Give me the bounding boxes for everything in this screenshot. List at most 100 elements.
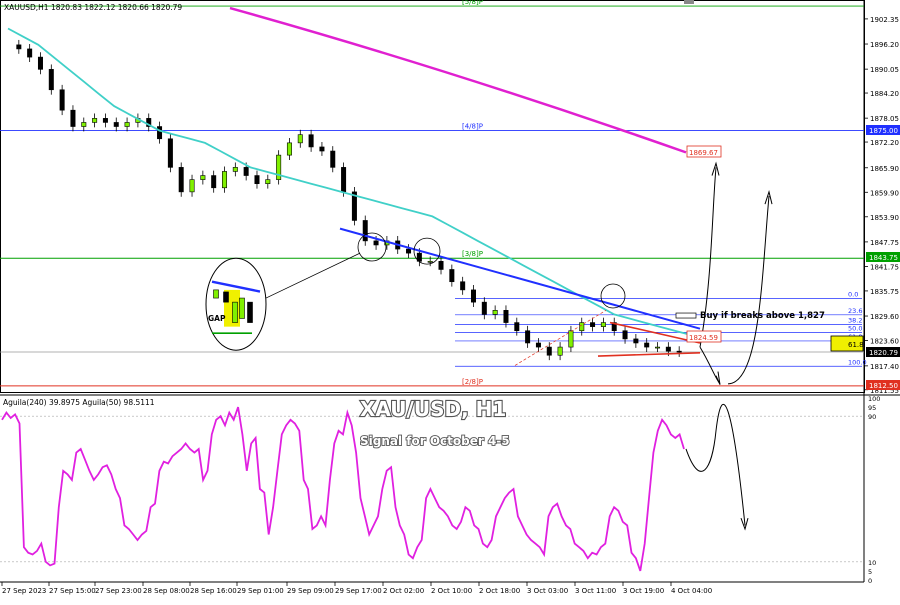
candle-body	[265, 179, 271, 185]
time-tick-label: 3 Oct 19:00	[623, 587, 664, 595]
candle-body	[427, 261, 433, 263]
gap-candle	[247, 301, 253, 323]
indicator-tick-label: 0	[868, 577, 872, 585]
candle-body	[633, 338, 639, 344]
indicator-tick-label: 5	[868, 568, 872, 576]
price-label-fib618: 61.8	[830, 335, 864, 352]
price-tick-label: 1853.90	[870, 214, 899, 222]
time-tick-label: 27 Sep 2023	[2, 587, 46, 595]
time-tick-label: 27 Sep 23:00	[95, 587, 142, 595]
candle-body	[27, 48, 33, 58]
scroll-marker	[684, 0, 694, 4]
candle-body	[406, 248, 412, 254]
time-tick-label: 2 Oct 02:00	[383, 587, 424, 595]
time-tick-label: 27 Sep 15:00	[49, 587, 96, 595]
candle-body	[167, 138, 173, 168]
time-tick-label: 29 Sep 01:00	[237, 587, 284, 595]
price-label-target-text: 1824.59	[689, 334, 718, 342]
candle-body	[590, 322, 596, 327]
price-label-current: 1820.79	[866, 347, 900, 357]
price-label-h48-text: 1875.00	[869, 127, 898, 135]
candle-body	[157, 126, 163, 140]
candle-body	[37, 56, 43, 70]
candle-body	[81, 122, 87, 127]
price-tick-label: 1878.05	[870, 115, 899, 123]
chart-root: 1902.35 1896.20 1890.05 1884.20 1878.05 1872.…	[0, 0, 900, 600]
time-tick-label: 29 Sep 17:00	[335, 587, 382, 595]
candle-body	[59, 89, 65, 111]
candle-body	[438, 261, 444, 270]
candle-body	[492, 310, 498, 315]
time-tick-label: 2 Oct 18:00	[479, 587, 520, 595]
candle-body	[16, 44, 22, 50]
candle-body	[200, 175, 206, 180]
candle-body	[373, 240, 379, 246]
candle-body	[525, 330, 531, 344]
candle-body	[665, 346, 671, 352]
price-tick-label: 1817.40	[870, 363, 899, 371]
candle-body	[113, 122, 119, 127]
price-tick-label: 1835.75	[870, 288, 899, 296]
murrey-level-label: [4/8]P	[462, 123, 483, 131]
murrey-level-label: [3/8]P	[462, 250, 483, 258]
candle-body	[102, 118, 108, 123]
candle-body	[579, 322, 585, 332]
candle-body	[211, 175, 217, 189]
candle-body	[308, 134, 314, 148]
candle-body	[319, 146, 325, 152]
candle-body	[330, 150, 336, 168]
price-label-green-text: 1843.75	[869, 254, 898, 262]
candle-body	[622, 330, 628, 340]
time-tick-label: 2 Oct 10:00	[431, 587, 472, 595]
candle-body	[341, 167, 347, 193]
price-label-fib618-text: 61.8	[848, 341, 864, 349]
time-tick-label: 28 Sep 08:00	[143, 587, 190, 595]
candle-body	[362, 220, 368, 242]
time-tick-label: 3 Oct 11:00	[575, 587, 616, 595]
murrey-level-label: [2/8]P	[462, 378, 483, 386]
candle-body	[600, 322, 606, 327]
price-label-ma200-text: 1869.67	[689, 149, 718, 157]
price-label-h28: 1812.50	[866, 380, 900, 390]
price-tick-label: 1902.35	[870, 16, 899, 24]
chart-title: XAU/USD, H1	[360, 397, 506, 421]
price-label-green: 1843.75	[866, 252, 900, 262]
candle-body	[568, 330, 574, 348]
candle-body	[92, 118, 98, 123]
gap-candle	[223, 291, 229, 303]
chart-svg: 1902.35 1896.20 1890.05 1884.20 1878.05 1872.…	[0, 0, 900, 600]
indicator-header: Aguila(240) 39.8975 Aguila(50) 98.5111	[3, 398, 155, 407]
candle-body	[557, 346, 563, 356]
gap-label: GAP	[208, 314, 226, 323]
candle-body	[297, 134, 303, 144]
price-tick-label: 1872.20	[870, 139, 899, 147]
buy-trigger-marker	[675, 312, 697, 319]
gap-candle	[232, 301, 238, 323]
time-tick-label: 28 Sep 16:00	[190, 587, 237, 595]
price-label-ma200: 1869.67	[686, 145, 722, 158]
price-label-current-text: 1820.79	[869, 349, 898, 357]
time-tick-label: 29 Sep 09:00	[287, 587, 334, 595]
candle-body	[546, 346, 552, 356]
candle-body	[514, 322, 520, 332]
price-tick-label: 1847.75	[870, 239, 899, 247]
symbol-header: XAUUSD,H1 1820.83 1822.12 1820.66 1820.7…	[4, 3, 182, 12]
candle-body	[535, 342, 541, 348]
price-tick-label: 1896.20	[870, 41, 899, 49]
candle-body	[70, 109, 76, 127]
candle-body	[254, 175, 260, 185]
price-label-target: 1824.59	[686, 330, 722, 343]
fib-level-label: 23.6	[848, 307, 862, 315]
candle-body	[676, 350, 682, 353]
candle-body	[222, 171, 228, 189]
candle-body	[286, 142, 292, 156]
price-tick-label: 1829.60	[870, 313, 899, 321]
candle-body	[232, 167, 238, 172]
candle-body	[124, 122, 130, 127]
fib-level-label: 100.0	[848, 358, 867, 366]
candle-body	[189, 179, 195, 193]
time-tick-label: 4 Oct 04:00	[671, 587, 712, 595]
price-tick-label: 1865.90	[870, 165, 899, 173]
price-label-h28-text: 1812.50	[869, 382, 898, 390]
candle-body	[481, 301, 487, 315]
